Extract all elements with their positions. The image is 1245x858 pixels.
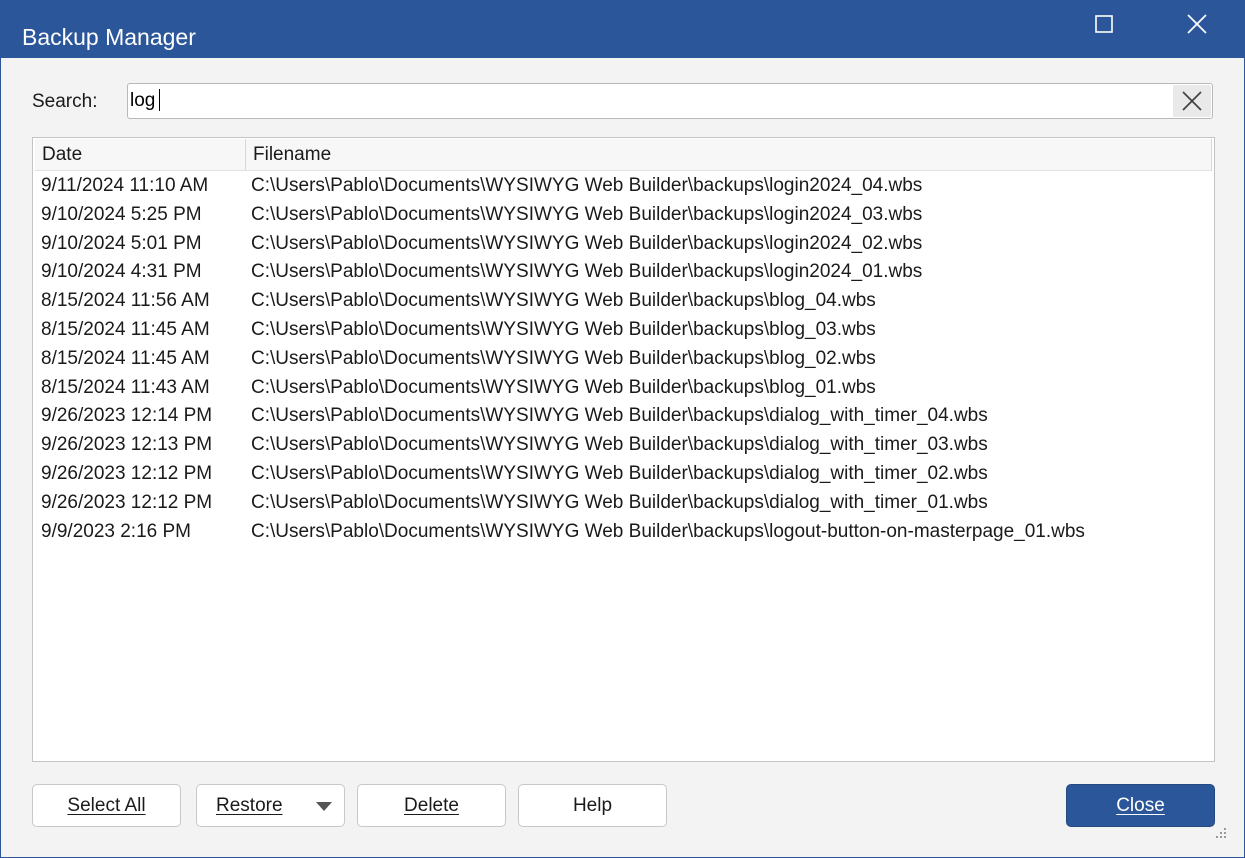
row-filename: C:\Users\Pablo\Documents\WYSIWYG Web Bui… [251, 203, 923, 225]
row-filename: C:\Users\Pablo\Documents\WYSIWYG Web Bui… [251, 520, 1085, 542]
clear-search-button[interactable] [1173, 85, 1211, 117]
table-row[interactable]: 9/26/2023 12:12 PM C:\Users\Pablo\Documen… [33, 460, 1214, 489]
column-header-filename[interactable]: Filename [246, 139, 1212, 170]
row-filename: C:\Users\Pablo\Documents\WYSIWYG Web Bui… [251, 347, 876, 369]
row-filename: C:\Users\Pablo\Documents\WYSIWYG Web Bui… [251, 261, 923, 283]
table-row[interactable]: 8/15/2024 11:43 AM C:\Users\Pablo\Documen… [33, 374, 1214, 403]
title-bar[interactable]: Backup Manager [1, 1, 1244, 58]
row-filename: C:\Users\Pablo\Documents\WYSIWYG Web Bui… [251, 462, 988, 484]
row-date: 9/9/2023 2:16 PM [41, 520, 191, 542]
row-date: 8/15/2024 11:45 AM [41, 347, 210, 369]
row-date: 9/10/2024 5:25 PM [41, 203, 202, 225]
row-date: 8/15/2024 11:56 AM [41, 290, 210, 312]
text-caret [159, 89, 160, 111]
table-row[interactable]: 8/15/2024 11:45 AM C:\Users\Pablo\Documen… [33, 316, 1214, 345]
row-date: 9/26/2023 12:14 PM [41, 405, 213, 427]
row-filename: C:\Users\Pablo\Documents\WYSIWYG Web Bui… [251, 491, 988, 513]
restore-label: Restore [216, 794, 283, 816]
row-filename: C:\Users\Pablo\Documents\WYSIWYG Web Bui… [251, 405, 988, 427]
dropdown-arrow-icon [316, 802, 332, 811]
table-row[interactable]: 9/10/2024 4:31 PM C:\Users\Pablo\Document… [33, 258, 1214, 287]
maximize-icon [1095, 15, 1113, 33]
help-label: Help [572, 794, 613, 816]
window-title: Backup Manager [22, 24, 196, 50]
row-filename: C:\Users\Pablo\Documents\WYSIWYG Web Bui… [251, 376, 876, 398]
restore-button[interactable]: Restore [196, 784, 345, 827]
row-date: 9/26/2023 12:13 PM [41, 434, 213, 456]
table-row[interactable]: 9/26/2023 12:12 PM C:\Users\Pablo\Documen… [33, 489, 1214, 518]
table-row[interactable]: 9/10/2024 5:01 PM C:\Users\Pablo\Document… [33, 230, 1214, 259]
maximize-button[interactable] [1076, 1, 1132, 47]
row-filename: C:\Users\Pablo\Documents\WYSIWYG Web Bui… [251, 434, 988, 456]
close-label: Close [1116, 794, 1165, 816]
row-filename: C:\Users\Pablo\Documents\WYSIWYG Web Bui… [251, 290, 876, 312]
row-filename: C:\Users\Pablo\Documents\WYSIWYG Web Bui… [251, 318, 876, 340]
close-window-button[interactable] [1169, 1, 1225, 47]
help-button[interactable]: Help [518, 784, 667, 827]
list-rows: 9/11/2024 11:10 AM C:\Users\Pablo\Documen… [33, 172, 1214, 546]
search-box [127, 83, 1213, 119]
table-row[interactable]: 9/10/2024 5:25 PM C:\Users\Pablo\Document… [33, 201, 1214, 230]
table-row[interactable]: 9/26/2023 12:13 PM C:\Users\Pablo\Documen… [33, 431, 1214, 460]
table-row[interactable]: 9/26/2023 12:14 PM C:\Users\Pablo\Documen… [33, 402, 1214, 431]
clear-x-icon [1182, 91, 1202, 111]
row-filename: C:\Users\Pablo\Documents\WYSIWYG Web Bui… [251, 175, 923, 196]
backup-manager-window: Backup Manager Search: Date Filename [0, 0, 1245, 858]
search-label: Search: [32, 91, 98, 112]
row-date: 9/10/2024 4:31 PM [41, 261, 202, 283]
table-row[interactable]: 9/11/2024 11:10 AM C:\Users\Pablo\Documen… [33, 172, 1214, 201]
row-date: 9/26/2023 12:12 PM [41, 491, 213, 513]
row-filename: C:\Users\Pablo\Documents\WYSIWYG Web Bui… [251, 232, 923, 254]
close-button[interactable]: Close [1066, 784, 1215, 827]
delete-button[interactable]: Delete [357, 784, 506, 827]
backup-list[interactable]: Date Filename 9/11/2024 11:10 AM C:\Users… [32, 137, 1215, 762]
table-row[interactable]: 8/15/2024 11:45 AM C:\Users\Pablo\Documen… [33, 345, 1214, 374]
row-date: 8/15/2024 11:45 AM [41, 318, 210, 340]
close-icon [1187, 14, 1207, 34]
resize-grip-icon[interactable] [1212, 826, 1228, 842]
select-all-button[interactable]: Select All [32, 784, 181, 827]
list-header: Date Filename [35, 139, 1212, 171]
row-date: 9/26/2023 12:12 PM [41, 462, 213, 484]
row-date: 9/11/2024 11:10 AM [41, 175, 209, 196]
search-input[interactable] [130, 86, 1170, 116]
column-header-date[interactable]: Date [35, 139, 246, 170]
select-all-label: Select All [67, 794, 146, 816]
row-date: 8/15/2024 11:43 AM [41, 376, 210, 398]
table-row[interactable]: 9/9/2023 2:16 PM C:\Users\Pablo\Documents… [33, 518, 1214, 547]
table-row[interactable]: 8/15/2024 11:56 AM C:\Users\Pablo\Documen… [33, 287, 1214, 316]
row-date: 9/10/2024 5:01 PM [41, 232, 202, 254]
delete-label: Delete [404, 794, 459, 816]
